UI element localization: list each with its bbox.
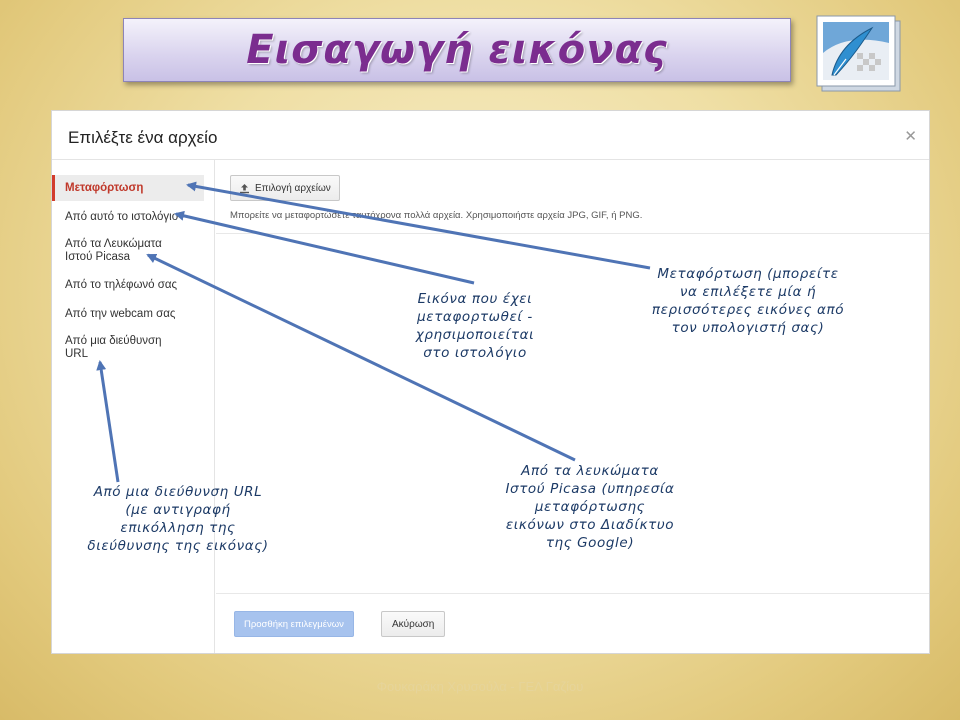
sidebar-item-url[interactable]: Από μια διεύθυνση URL	[52, 335, 204, 361]
sidebar-item-label: URL	[65, 348, 89, 360]
close-icon[interactable]: ✕	[904, 127, 917, 145]
source-sidebar: Μεταφόρτωση Από αυτό το ιστολόγιο Από τα…	[52, 160, 215, 653]
sidebar-item-label: Ιστού Picasa	[65, 251, 131, 263]
cancel-button[interactable]: Ακύρωση	[381, 611, 446, 637]
sidebar-item-upload[interactable]: Μεταφόρτωση	[52, 175, 204, 201]
sidebar-item-label: Από την webcam σας	[65, 308, 176, 320]
footer-credit: Φουκαράκη Χρυσούλα - ΓΕΛ Γαζίου	[376, 679, 584, 694]
file-picker-dialog: Επιλέξτε ένα αρχείο ✕ Μεταφόρτωση Από αυ…	[51, 110, 930, 654]
note-picasa: Από τα λευκώματα Ιστού Picasa (υπηρεσία …	[505, 463, 675, 551]
upload-hint-text: Μπορείτε να μεταφορτώσετε ταυτόχρονα πολ…	[230, 210, 643, 221]
choose-files-button[interactable]: Επιλογή αρχείων	[230, 175, 340, 201]
upload-panel: Επιλογή αρχείων Μπορείτε να μεταφορτώσετ…	[216, 160, 929, 653]
insert-image-logo-icon	[812, 13, 910, 97]
sidebar-item-label: Από το τηλέφωνό σας	[65, 279, 178, 291]
dialog-footer-divider	[216, 593, 929, 594]
sidebar-item-label: Από αυτό το ιστολόγιο	[65, 211, 179, 223]
add-selected-button[interactable]: Προσθήκη επιλεγμένων	[234, 611, 354, 637]
sidebar-item-from-blog[interactable]: Από αυτό το ιστολόγιο	[52, 211, 204, 224]
slide-title-banner: Εισαγωγή εικόνας	[123, 18, 791, 82]
sidebar-item-webcam[interactable]: Από την webcam σας	[52, 308, 204, 321]
choose-files-label: Επιλογή αρχείων	[255, 182, 331, 194]
upload-panel-divider	[216, 233, 929, 234]
upload-icon	[240, 183, 249, 193]
slide-title: Εισαγωγή εικόνας	[246, 27, 668, 73]
sidebar-item-label: Μεταφόρτωση	[65, 182, 144, 194]
dialog-title: Επιλέξτε ένα αρχείο	[68, 128, 218, 147]
note-upload: Μεταφόρτωση (μπορείτε να επιλέξετε μία ή…	[651, 266, 845, 336]
sidebar-item-label: Από μια διεύθυνση	[65, 335, 162, 347]
note-blog: Εικόνα που έχει μεταφορτωθεί - χρησιμοπο…	[415, 291, 535, 361]
sidebar-item-phone[interactable]: Από το τηλέφωνό σας	[52, 279, 204, 292]
sidebar-item-picasa[interactable]: Από τα Λευκώματα Ιστού Picasa	[52, 238, 204, 264]
note-url: Από μια διεύθυνση URL (με αντιγραφή επικ…	[87, 484, 269, 554]
sidebar-item-label: Από τα Λευκώματα	[65, 238, 162, 250]
